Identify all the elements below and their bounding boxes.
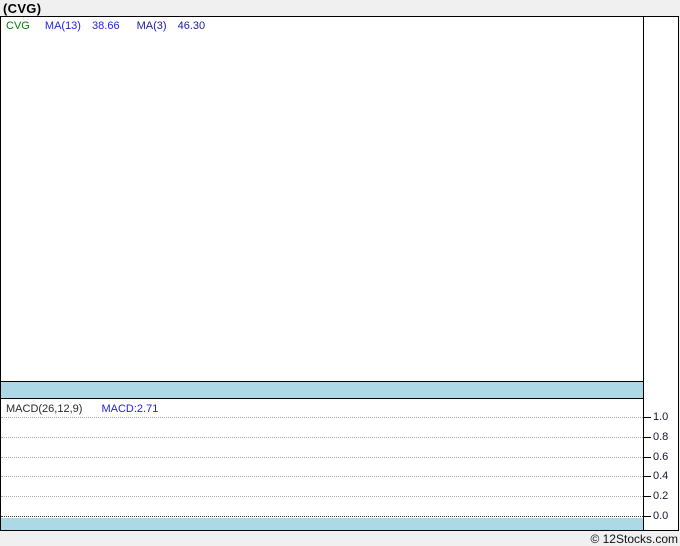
tick-mark [644,476,651,477]
y-axis-tick-label: 0.0 [653,510,669,522]
macd-panel-highlight-band [1,518,643,530]
tick-mark [644,496,651,497]
stock-chart-page: (CVG) CVG MA(13) 38.66 MA(3) 46.30 MACD(… [0,0,680,546]
chart-frame: CVG MA(13) 38.66 MA(3) 46.30 MACD(26,12,… [0,16,679,531]
tick-mark [644,457,651,458]
ticker-symbol-label: CVG [6,20,30,32]
price-panel-highlight-band [1,381,643,399]
y-axis-tick-label: 0.2 [653,490,669,502]
ma13-label: MA(13) [44,20,81,32]
tick-mark [644,417,651,418]
tick-mark [644,516,651,517]
price-panel-legend: CVG MA(13) 38.66 MA(3) 46.30 [6,20,205,32]
gridline-0.8 [1,437,643,438]
macd-value: MACD:2.71 [101,403,159,415]
ma3-label: MA(3) [136,20,167,32]
ma3-value: 46.30 [177,20,206,32]
y-axis-tick-label: 0.4 [653,470,669,482]
y-axis-tick-label: 0.6 [653,451,669,463]
watermark-credit: © 12Stocks.com [590,532,678,546]
page-title: (CVG) [3,1,42,16]
tick-mark [644,437,651,438]
gridline-1.0 [1,417,643,418]
y-axis-tick-label: 1.0 [653,411,669,423]
gridline-0.2 [1,496,643,497]
gridline-0.6 [1,457,643,458]
macd-indicator-label: MACD(26,12,9) [6,403,83,415]
gridline-zero [1,516,643,517]
y-axis-tick-label: 0.8 [653,431,669,443]
gridline-0.4 [1,476,643,477]
macd-panel-legend: MACD(26,12,9) MACD:2.71 [6,403,158,415]
ma13-value: 38.66 [92,20,120,32]
y-axis-divider-line [643,17,644,530]
